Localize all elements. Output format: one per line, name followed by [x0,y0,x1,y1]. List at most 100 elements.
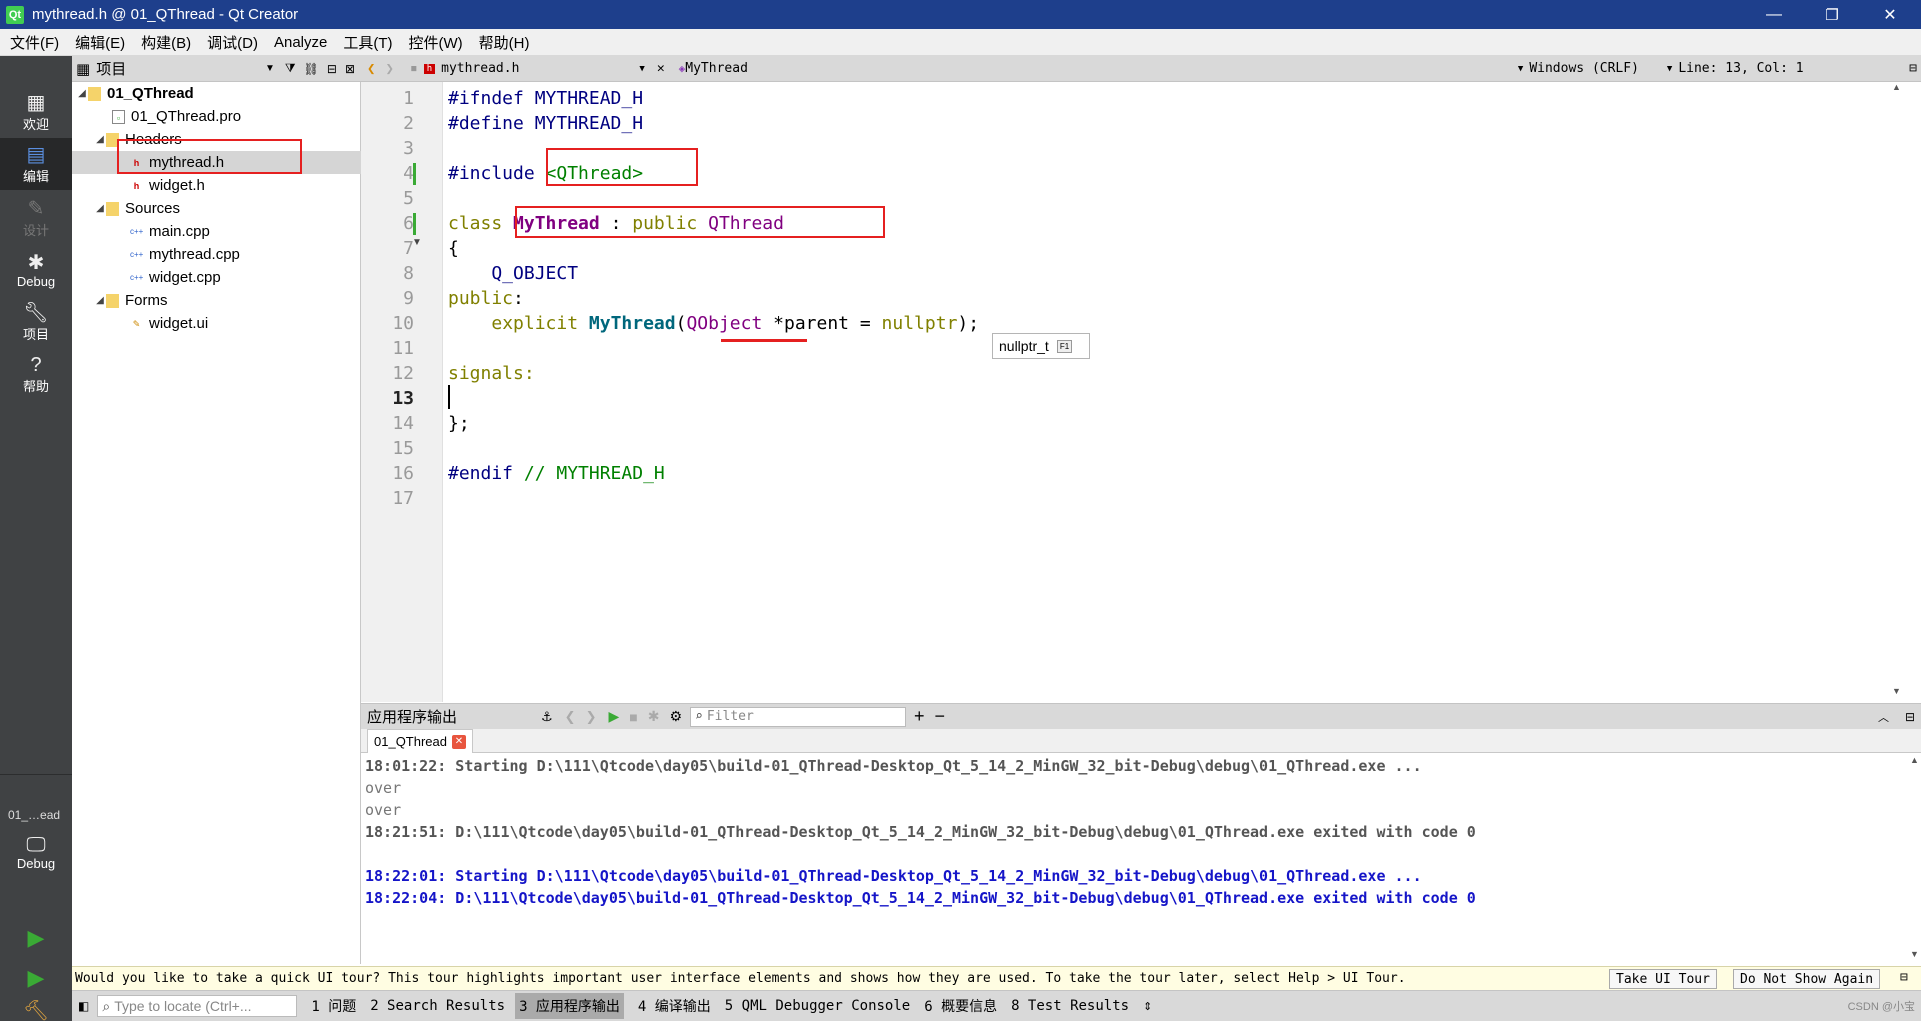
close-button[interactable]: ✕ [1861,0,1919,29]
run-button[interactable]: ▶ [0,918,72,958]
document-edit-icon: ▤ [26,143,46,166]
do-not-show-again-button[interactable]: Do Not Show Again [1733,969,1881,989]
close-pane-icon[interactable]: ⊟ [1905,710,1915,724]
tab-general-messages[interactable]: 6 概要信息 [924,996,997,1016]
menu-file[interactable]: 文件(F) [2,32,67,53]
menu-controls[interactable]: 控件(W) [401,32,471,53]
cursor-position: Line: 13, Col: 1 [1678,61,1804,76]
scroll-down-icon[interactable]: ▼ [1892,686,1901,696]
editor-scrollbar[interactable]: ▲ ▼ [1889,82,1903,702]
maximize-pane-icon[interactable]: ︿ [1878,709,1889,725]
chevron-down-icon[interactable]: ▼ [1667,64,1672,74]
chevron-down-icon[interactable]: ▼ [265,63,275,74]
forward-arrow-icon[interactable]: ❯ [586,709,597,725]
gear-icon[interactable]: ⚙︎ [669,708,682,725]
line-number: 12 [392,363,414,384]
tree-sources-folder[interactable]: ◢ Sources [72,197,361,220]
menu-analyze[interactable]: Analyze [266,34,335,51]
attach-icon[interactable]: ⚓︎ [541,709,553,725]
mode-projects[interactable]: 🔧︎ 项目 [0,296,72,348]
scroll-up-icon[interactable]: ▲ [1892,82,1901,92]
menu-edit[interactable]: 编辑(E) [67,32,133,53]
tree-forms-folder[interactable]: ◢ Forms [72,289,361,312]
mode-welcome[interactable]: ▦ 欢迎 [0,86,72,138]
tree-pro-file[interactable]: ▫ 01_QThread.pro [72,105,361,128]
tree-file-mythread-cpp[interactable]: c++ mythread.cpp [72,243,361,266]
mode-help[interactable]: ? 帮助 [0,348,72,400]
build-button[interactable]: 🔨︎ [0,996,72,1021]
zoom-out-icon[interactable]: − [935,706,946,727]
code-line-12: signals: [448,363,535,384]
run-icon: ▶ [27,925,45,950]
grid-icon: ▦ [26,91,46,114]
menu-debug[interactable]: 调试(D) [199,32,266,53]
tree-file-widget-cpp[interactable]: c++ widget.cpp [72,266,361,289]
change-marker [413,163,416,185]
code-line-16: #endif // MYTHREAD_H [448,463,665,484]
debug-run-button[interactable]: ▶ [0,958,72,998]
tab-issues[interactable]: 1 问题 [311,996,356,1016]
output-line: 18:22:04: D:\111\Qtcode\day05\build-01_Q… [365,889,1476,907]
line-number: 7 [403,238,414,259]
fold-arrow-icon[interactable]: ▼ [412,237,422,248]
punct: : [513,288,524,309]
split-editor-icon[interactable]: ⊟ [1909,61,1917,76]
restore-button[interactable]: ❐ [1803,0,1861,29]
output-filter-input[interactable]: ⌕ Filter [690,706,907,727]
mode-design[interactable]: ✎ 设计 [0,192,72,244]
menu-tools[interactable]: 工具(T) [335,32,400,53]
file-label: widget.cpp [149,269,221,286]
highlight-box-include [546,148,698,186]
forward-arrow-icon[interactable]: ❯ [385,61,393,77]
tab-application-output[interactable]: 3 应用程序输出 [515,993,624,1019]
back-arrow-icon[interactable]: ❮ [367,61,375,77]
tree-root[interactable]: ◢ 01_QThread [72,82,361,105]
line-ending-selector[interactable]: Windows (CRLF) [1529,61,1639,76]
stop-icon[interactable]: ■ [629,709,637,725]
close-infobar-icon[interactable]: ⊟ [1900,970,1908,985]
code-editor[interactable]: #ifndef MYTHREAD_H #define MYTHREAD_H #i… [443,82,1903,702]
tab-search-results[interactable]: 2 Search Results [370,998,505,1014]
tab-compile-output[interactable]: 4 编译输出 [638,996,711,1016]
take-ui-tour-button[interactable]: Take UI Tour [1609,969,1717,989]
output-scrollbar[interactable]: ▲ ▼ [1907,753,1921,965]
chevron-down-icon[interactable]: ▼ [1518,64,1523,74]
rerun-icon[interactable]: ▶ [608,708,619,725]
tree-file-widget-ui[interactable]: ✎ widget.ui [72,312,361,335]
scroll-up-icon[interactable]: ▲ [1910,755,1919,765]
filter-icon[interactable]: ⧩ [285,61,296,76]
tab-qml-debugger-console[interactable]: 5 QML Debugger Console [725,998,910,1014]
tree-file-main-cpp[interactable]: c++ main.cpp [72,220,361,243]
close-tab-icon[interactable]: ✕ [452,734,466,749]
debug-attach-icon[interactable]: ✱ [648,708,660,725]
split-icon[interactable]: ⊟ [327,62,337,76]
minimize-button[interactable]: — [1745,0,1803,29]
line-number-current: 13 [392,388,414,409]
cpp-file-icon: c++ [130,226,144,236]
locator-input[interactable]: ⌕ Type to locate (Ctrl+... [97,995,298,1017]
back-arrow-icon[interactable]: ❮ [565,709,576,725]
tree-file-widget-h[interactable]: h widget.h [72,174,361,197]
keyword: public [448,288,514,309]
toggle-sidebar-icon[interactable]: ◧ [78,999,89,1013]
close-panel-icon[interactable]: ⊠ [345,62,355,76]
more-tabs-icon[interactable]: ⇕ [1143,1000,1152,1013]
link-icon[interactable]: ⛓ [304,62,319,76]
output-run-tab[interactable]: 01_QThread ✕ [367,729,473,753]
scroll-down-icon[interactable]: ▼ [1910,949,1919,959]
line-number: 1 [403,88,414,109]
tab-test-results[interactable]: 8 Test Results [1011,998,1129,1014]
file-tab[interactable]: mythread.h [441,61,519,76]
kit-selector[interactable]: 🖵︎ Debug [0,826,72,878]
close-file-icon[interactable]: ✕ [657,61,665,76]
help-key-icon[interactable]: F1 [1056,339,1073,353]
menu-build[interactable]: 构建(B) [133,32,199,53]
chevron-down-icon[interactable]: ▼ [639,64,644,74]
output-text-area[interactable]: 18:01:22: Starting D:\111\Qtcode\day05\b… [361,753,1907,965]
mode-debug[interactable]: ✱ Debug [0,244,72,296]
menu-help[interactable]: 帮助(H) [471,32,538,53]
zoom-in-icon[interactable]: + [914,706,925,727]
symbol-selector[interactable]: MyThread [685,61,748,76]
mode-edit[interactable]: ▤ 编辑 [0,138,72,190]
file-label: widget.h [149,177,205,194]
